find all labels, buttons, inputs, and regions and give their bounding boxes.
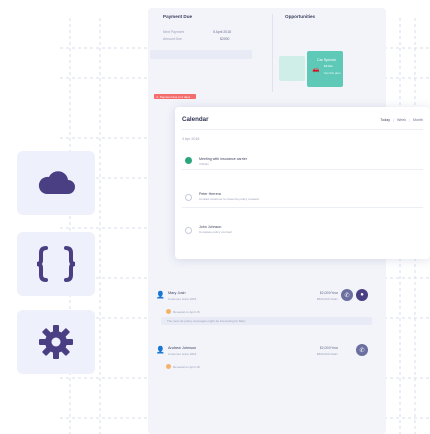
payment-due-title: Payment Due xyxy=(163,14,193,19)
claim-value: $500,000 Claim xyxy=(316,352,338,356)
customer-name: Mary Josh xyxy=(168,291,186,295)
braces-icon xyxy=(36,246,76,282)
car-icon: 🚗 xyxy=(312,67,320,73)
person-icon: 👤 xyxy=(156,347,165,354)
payment-alert-badge[interactable]: ⚠ Payment due in 2 days xyxy=(154,94,196,99)
cloud-tile[interactable] xyxy=(17,151,95,215)
event-title: John Johnson xyxy=(199,225,222,229)
clock-icon xyxy=(166,309,171,314)
amount-due-value: $2000 xyxy=(220,37,230,41)
status-badge: Renewal on April 18 xyxy=(166,364,200,369)
calendar-tabs: Today | Week | Month xyxy=(380,118,423,122)
claim-value: $500,000 Claim xyxy=(316,297,338,301)
person-icon: 👤 xyxy=(156,292,165,299)
customer-since: Customer since 2016 xyxy=(168,352,197,356)
event-description: Complete policy contract xyxy=(199,230,232,234)
cloud-icon xyxy=(38,171,75,194)
tab-separator: | xyxy=(393,118,394,122)
opportunity-card-link: Set this plan xyxy=(324,71,341,75)
gear-tile[interactable] xyxy=(17,310,95,374)
policy-value: $2,000/Year xyxy=(319,346,338,350)
renewal-date: Renewal on April 18 xyxy=(173,364,200,369)
policy-value: $2,000/Year xyxy=(319,291,338,295)
clock-icon xyxy=(166,364,171,369)
chat-button[interactable]: ● xyxy=(356,289,368,301)
divider xyxy=(182,207,423,208)
event-time: 3:00pm xyxy=(199,162,210,166)
calendar-title: Calendar xyxy=(182,116,209,123)
opportunities-title: Opportunities xyxy=(285,14,316,19)
warning-icon: ⚠ xyxy=(156,94,159,99)
call-button[interactable]: ✆ xyxy=(341,289,353,301)
event-title: Peter Herrera xyxy=(199,192,221,196)
calendar-card: Calendar Today | Week | Month 3 Apr 2018… xyxy=(175,107,430,259)
divider xyxy=(182,129,423,130)
amount-due-label: Amount Due xyxy=(163,37,182,41)
event-title: Meeting with insurance carrier xyxy=(199,157,247,161)
checkbox-icon[interactable] xyxy=(185,227,192,234)
opportunity-card-secondary[interactable] xyxy=(279,56,305,81)
phone-icon: ✆ xyxy=(359,347,365,354)
renewal-date: Renewal on April 15 xyxy=(173,309,200,314)
phone-icon: ✆ xyxy=(344,292,350,299)
braces-tile[interactable] xyxy=(17,232,95,296)
tab-week[interactable]: Week xyxy=(397,118,406,122)
gear-icon xyxy=(39,325,73,359)
payment-alert-text: Payment due in 2 days xyxy=(159,94,191,99)
next-payment-value: 5 April 2018 xyxy=(213,30,231,34)
customer-name: Andrew Johnson xyxy=(168,346,197,350)
opportunity-card-title: Car Special xyxy=(317,58,336,62)
checkbox-icon[interactable] xyxy=(185,194,192,201)
tab-today[interactable]: Today xyxy=(380,118,390,122)
event-description: Contact customer to close the policy ren… xyxy=(199,197,259,201)
customer-since: Customer since 2015 xyxy=(168,297,197,301)
check-icon[interactable] xyxy=(185,157,192,164)
opportunity-card[interactable]: 🚗 Car Special $410m Set this plan xyxy=(307,51,343,87)
tab-separator: | xyxy=(409,118,410,122)
section-divider xyxy=(272,14,273,92)
calendar-date: 3 Apr 2018 xyxy=(182,137,200,141)
tab-month[interactable]: Month xyxy=(413,118,423,122)
chat-icon: ● xyxy=(360,292,364,298)
divider xyxy=(182,169,423,170)
customer-note: The new car policy coverages might be in… xyxy=(161,317,372,325)
status-badge: Renewal on April 15 xyxy=(166,309,200,314)
opportunity-card-value: $410m xyxy=(324,64,334,68)
next-payment-label: Next Payment xyxy=(163,30,185,34)
alert-bar: ⚠ Payment due in 2 days xyxy=(150,50,252,99)
call-button[interactable]: ✆ xyxy=(356,344,368,356)
